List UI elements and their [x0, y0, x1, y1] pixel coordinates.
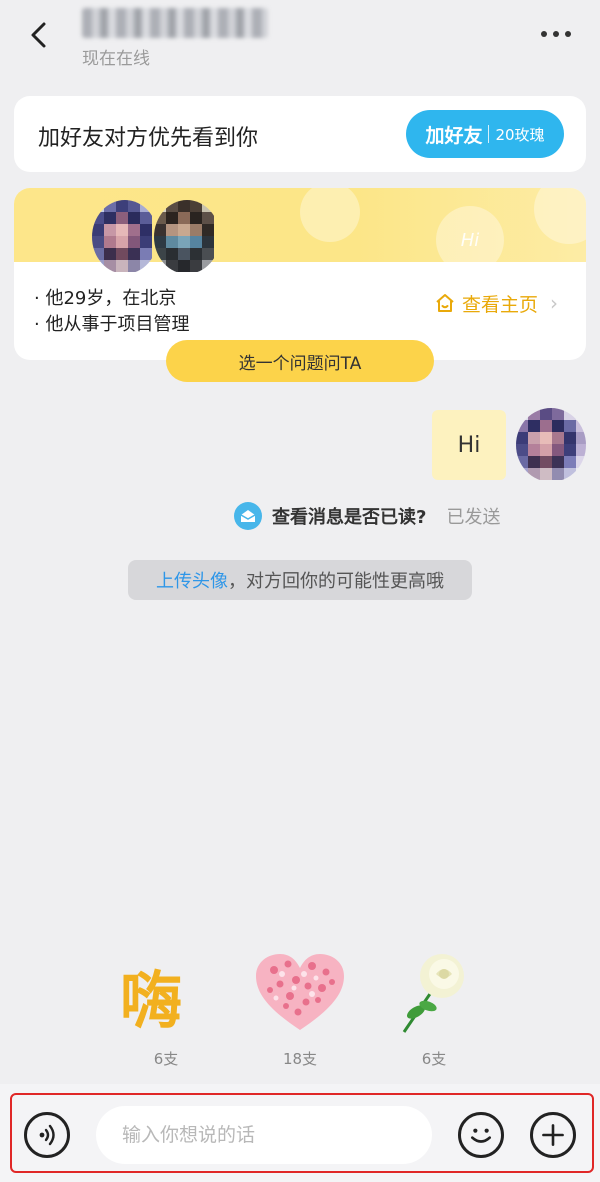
upload-avatar-link[interactable]: 上传头像	[156, 567, 228, 593]
self-avatar[interactable]	[516, 408, 586, 482]
tip-text: ，对方回你的可能性更高哦	[228, 571, 444, 592]
voice-input-button[interactable]	[24, 1112, 70, 1158]
add-friend-label: 加好友	[425, 124, 483, 147]
decor-bubble	[534, 188, 586, 244]
white-rose-icon	[402, 954, 464, 1033]
gift-rose[interactable]: 6支	[384, 948, 484, 1072]
gift-count: 6支	[421, 1050, 447, 1068]
avatar[interactable]	[154, 200, 220, 274]
add-friend-cost: 20玫瑰	[495, 125, 545, 144]
profile-info-occupation: · 他从事于项目管理	[34, 314, 190, 335]
profile-card: Hi · 他29岁，在北京 · 他从事于项目管理 查看主页 ›	[14, 188, 586, 360]
read-receipt-row[interactable]: 查看消息是否已读? 已发送	[234, 500, 500, 532]
plus-icon[interactable]	[530, 1112, 576, 1158]
online-status: 现在在线	[82, 49, 150, 69]
gift-count: 18支	[282, 1050, 318, 1068]
gift-count: 6支	[153, 1050, 179, 1068]
emoji-icon[interactable]	[458, 1112, 504, 1158]
chat-screen: 现在在线 加好友对方优先看到你 加好友 20玫瑰 Hi · 他29岁，在北京 ·…	[0, 0, 600, 1182]
petal-heart-icon	[256, 954, 344, 1030]
more-options-icon[interactable]	[536, 22, 576, 46]
upload-avatar-tip: 上传头像 ，对方回你的可能性更高哦	[128, 560, 472, 600]
header: 现在在线	[0, 0, 600, 80]
hi-decor-bubble: Hi	[436, 206, 504, 262]
hai-sticker-icon: 嗨	[120, 964, 183, 1037]
read-receipt-prompt: 查看消息是否已读?	[272, 507, 427, 528]
gift-heart[interactable]: 18支	[250, 948, 350, 1072]
decor-bubble	[300, 188, 360, 242]
divider	[488, 125, 490, 143]
message-bubble[interactable]: Hi	[432, 410, 506, 480]
view-homepage-label: 查看主页	[462, 293, 539, 316]
chevron-right-icon: ›	[550, 291, 559, 315]
message-status: 已发送	[446, 507, 501, 528]
view-homepage-link[interactable]: 查看主页 ›	[434, 288, 558, 318]
add-friend-card: 加好友对方优先看到你 加好友 20玫瑰	[14, 96, 586, 172]
add-friend-button[interactable]: 加好友 20玫瑰	[406, 110, 564, 158]
voice-icon	[39, 1124, 55, 1146]
message-input[interactable]	[96, 1106, 432, 1164]
contact-name-blurred	[82, 8, 268, 38]
avatar[interactable]	[92, 200, 158, 274]
add-friend-prompt: 加好友对方优先看到你	[38, 126, 259, 151]
ask-question-button[interactable]: 选一个问题问TA	[166, 340, 434, 382]
home-icon	[436, 294, 454, 312]
gift-hai[interactable]: 嗨 6支	[116, 948, 216, 1072]
profile-info-age-city: · 他29岁，在北京	[34, 288, 177, 309]
back-arrow-icon[interactable]	[22, 18, 56, 52]
mail-check-icon	[234, 502, 262, 530]
